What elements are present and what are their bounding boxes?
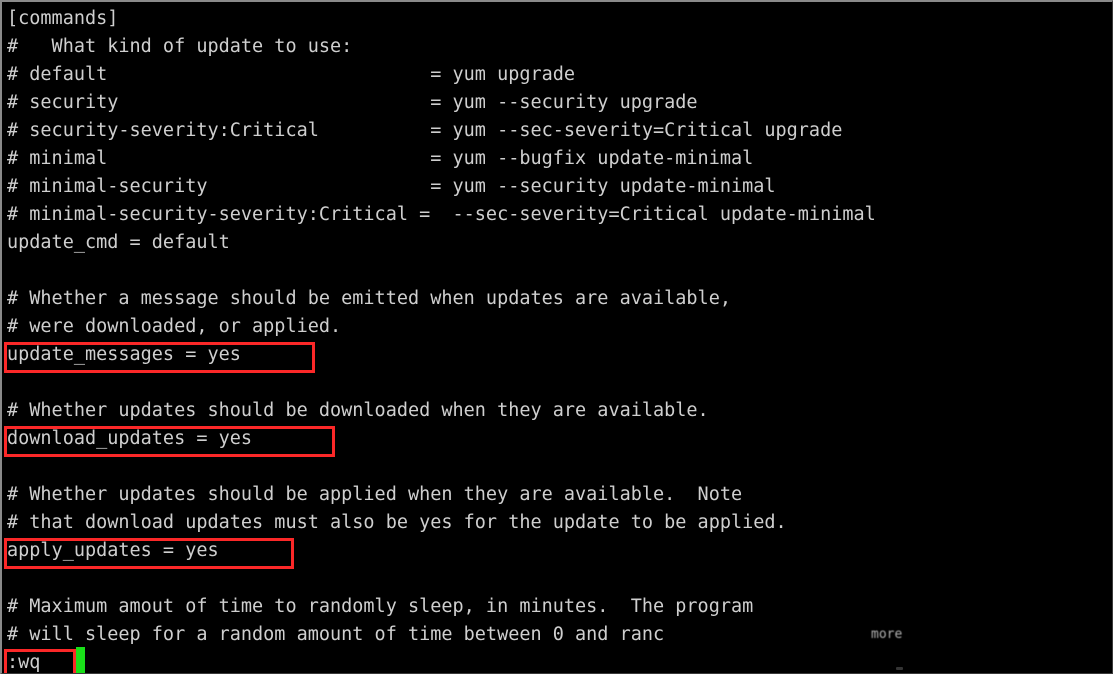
render-artifact-dot <box>896 667 903 670</box>
terminal-line-download-updates: download_updates = yes <box>7 428 253 449</box>
terminal-line: # minimal-security = yum --security upda… <box>7 176 776 197</box>
terminal-window[interactable]: [commands] # What kind of update to use:… <box>0 0 1113 674</box>
terminal-line: # Whether updates should be downloaded w… <box>7 400 709 421</box>
terminal-line-update-messages: update_messages = yes <box>7 344 241 365</box>
terminal-screen: [commands] # What kind of update to use:… <box>2 5 1112 673</box>
terminal-line: # minimal-security-severity:Critical = -… <box>7 204 876 225</box>
terminal-line: [commands] <box>7 8 119 29</box>
terminal-line: # that download updates must also be yes… <box>7 512 787 533</box>
terminal-line: # Whether updates should be applied when… <box>7 484 743 505</box>
terminal-line: # What kind of update to use: <box>7 36 353 57</box>
terminal-line: # minimal = yum --bugfix update-minimal <box>7 148 754 169</box>
terminal-line: # Maximum amout of time to randomly slee… <box>7 596 754 617</box>
terminal-line: # will sleep for a random amount of time… <box>7 624 665 645</box>
terminal-line: # default = yum upgrade <box>7 64 576 85</box>
terminal-line-apply-updates: apply_updates = yes <box>7 540 219 561</box>
terminal-line: # security = yum --security upgrade <box>7 92 698 113</box>
terminal-line: # were downloaded, or applied. <box>7 316 342 337</box>
text-cursor <box>76 647 85 673</box>
terminal-line: # security-severity:Critical = yum --sec… <box>7 120 843 141</box>
terminal-line: # Whether a message should be emitted wh… <box>7 288 731 309</box>
render-artifact-text: more <box>871 627 903 642</box>
terminal-command-line[interactable]: :wq <box>2 649 1112 673</box>
terminal-line: update_cmd = default <box>7 232 230 253</box>
